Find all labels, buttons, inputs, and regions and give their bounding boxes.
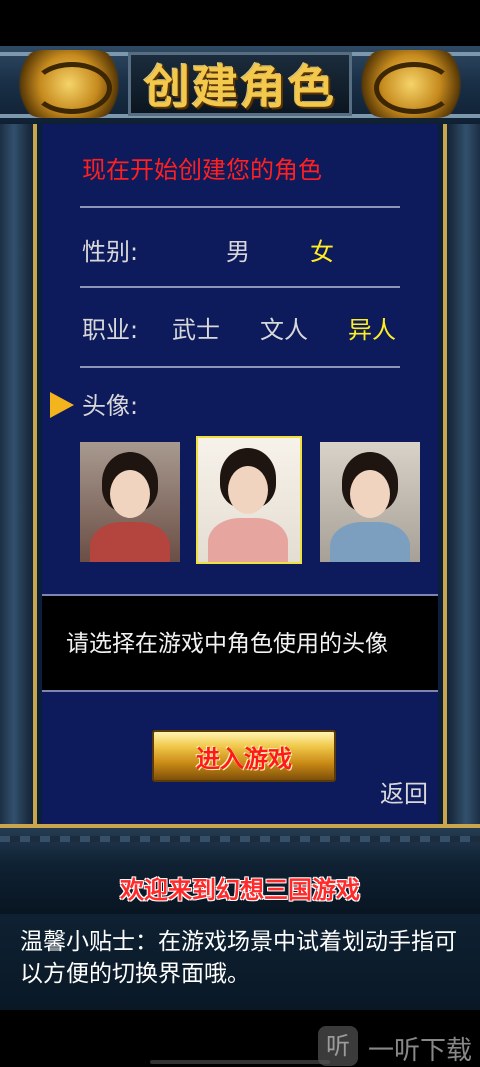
avatar-option-3[interactable] <box>320 442 420 562</box>
avatar-dress <box>90 522 170 562</box>
divider <box>80 206 400 208</box>
watermark-text: 一听下载 <box>368 1036 473 1066</box>
tip-text: 温馨小贴士：在游戏场景中试着划动手指可以方便的切换界面哦。 <box>20 929 457 987</box>
enter-game-button[interactable]: 进入游戏 <box>152 730 336 782</box>
gender-option-male[interactable]: 男 <box>226 232 250 267</box>
message-box: 请选择在游戏中角色使用的头像 <box>42 594 438 692</box>
message-text: 请选择在游戏中角色使用的头像 <box>66 631 388 657</box>
header: 创建角色 <box>0 46 480 127</box>
back-button[interactable]: 返回 <box>380 774 428 809</box>
avatar-label: 头像: <box>82 392 139 420</box>
pointer-arrow-icon <box>50 392 74 418</box>
avatar-option-1[interactable] <box>80 442 180 562</box>
status-bar <box>0 0 480 46</box>
avatar-face <box>228 466 268 514</box>
watermark-logo-icon: 听 <box>318 1026 358 1066</box>
profession-option-mystic[interactable]: 异人 <box>348 310 396 345</box>
banner-strip <box>0 836 480 842</box>
frame-border-left <box>33 124 37 824</box>
panel-heading: 现在开始创建您的角色 <box>82 156 322 184</box>
divider <box>80 366 400 368</box>
avatar-dress <box>330 522 410 562</box>
avatar-face <box>350 470 390 518</box>
gender-option-female[interactable]: 女 <box>310 232 334 267</box>
gender-label: 性别: <box>82 238 139 266</box>
title-plate: 创建角色 <box>128 52 352 116</box>
enter-game-label: 进入游戏 <box>196 744 292 773</box>
gold-ornament-right-icon <box>356 50 466 118</box>
welcome-banner: 欢迎来到幻想三国游戏 <box>0 824 480 918</box>
page-title: 创建角色 <box>144 60 336 114</box>
main-frame: 现在开始创建您的角色 性别: 男 女 职业: 武士 文人 异人 头像: 请选择在… <box>0 124 480 824</box>
profession-option-scholar[interactable]: 文人 <box>260 310 308 345</box>
create-character-panel: 现在开始创建您的角色 性别: 男 女 职业: 武士 文人 异人 头像: 请选择在… <box>42 124 438 824</box>
profession-option-warrior[interactable]: 武士 <box>172 310 220 345</box>
avatar-dress <box>208 518 288 562</box>
frame-border-right <box>443 124 447 824</box>
avatar-option-2[interactable] <box>194 434 304 566</box>
tip-area: 温馨小贴士：在游戏场景中试着划动手指可以方便的切换界面哦。 <box>0 914 480 1010</box>
gold-ornament-left-icon <box>14 50 124 118</box>
avatar-face <box>110 470 150 518</box>
welcome-text: 欢迎来到幻想三国游戏 <box>120 876 360 904</box>
profession-label: 职业: <box>82 316 139 344</box>
divider <box>80 286 400 288</box>
home-indicator[interactable] <box>150 1060 330 1064</box>
